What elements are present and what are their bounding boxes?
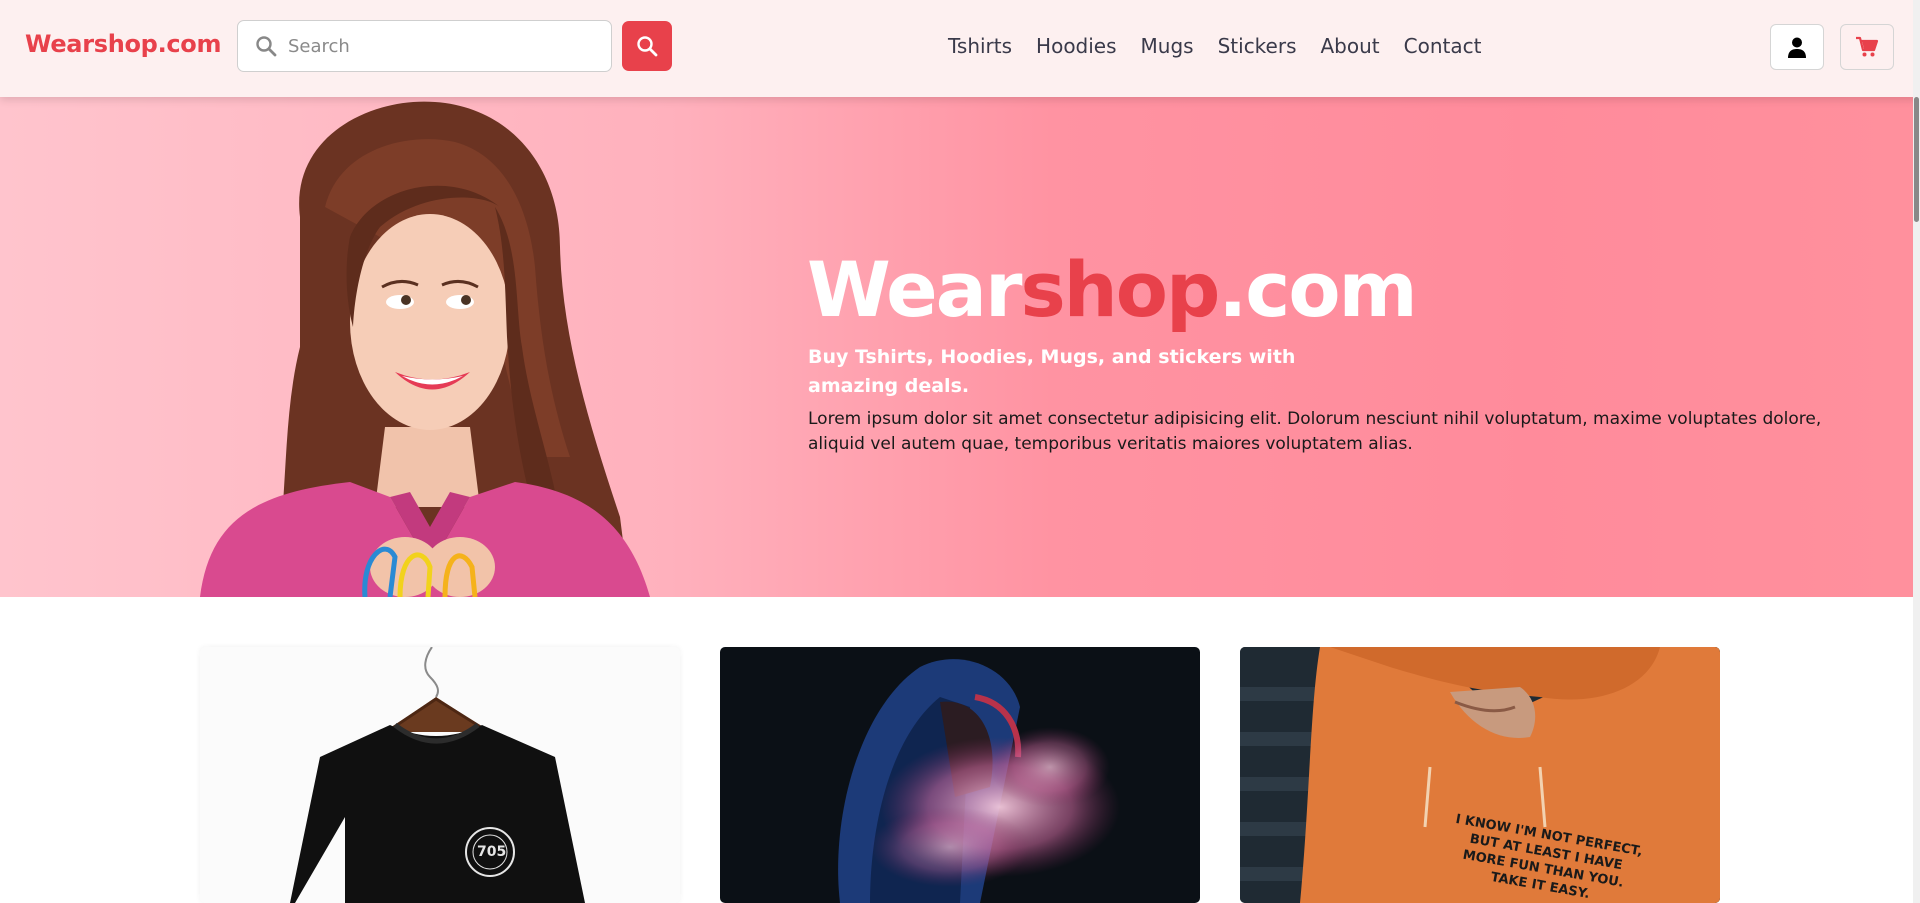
account-button[interactable] (1770, 24, 1824, 70)
hoodie-smoke-image (838, 659, 1120, 903)
page-scrollbar[interactable] (1913, 0, 1920, 903)
cart-icon (1856, 36, 1879, 57)
product-card-tshirt[interactable]: 705 (200, 647, 680, 903)
search-icon (637, 36, 658, 57)
user-icon (1788, 37, 1806, 58)
search-button[interactable] (622, 21, 672, 71)
search-box[interactable] (237, 20, 612, 72)
main-nav: Tshirts Hoodies Mugs Stickers About Cont… (948, 34, 1505, 58)
hero-banner: Wearshop.com Buy Tshirts, Hoodies, Mugs,… (0, 97, 1913, 597)
product-card-hoodie[interactable] (720, 647, 1200, 903)
nav-link-tshirts[interactable]: Tshirts (948, 34, 1012, 58)
hero-title-wear: Wear (807, 245, 1022, 334)
brand-logo[interactable]: Wearshop.com (25, 30, 222, 58)
nav-link-about[interactable]: About (1321, 34, 1380, 58)
navbar: Wearshop.com Tshirts Hoodies Mugs Sticke… (0, 0, 1920, 97)
nav-link-hoodies[interactable]: Hoodies (1036, 34, 1117, 58)
tshirt-image (290, 647, 585, 903)
hero-title-com: .com (1218, 245, 1417, 334)
hero-subtitle: Buy Tshirts, Hoodies, Mugs, and stickers… (808, 346, 1296, 397)
cart-button[interactable] (1840, 24, 1894, 70)
hero-description: Lorem ipsum dolor sit amet consectetur a… (808, 409, 1822, 454)
hero-title-shop: shop (1020, 245, 1220, 334)
nav-link-contact[interactable]: Contact (1404, 34, 1482, 58)
hero-woman-photo (200, 101, 650, 597)
product-card-orange-hoodie[interactable]: I KNOW I'M NOT PERFECT, BUT AT LEAST I H… (1240, 647, 1720, 903)
search-input[interactable] (288, 31, 588, 61)
nav-link-stickers[interactable]: Stickers (1218, 34, 1297, 58)
tshirt-print-text: 705 (477, 844, 507, 860)
scrollbar-thumb[interactable] (1914, 97, 1919, 222)
nav-link-mugs[interactable]: Mugs (1141, 34, 1194, 58)
search-icon (256, 36, 277, 57)
hero-title: Wearshop.com (807, 252, 1418, 328)
